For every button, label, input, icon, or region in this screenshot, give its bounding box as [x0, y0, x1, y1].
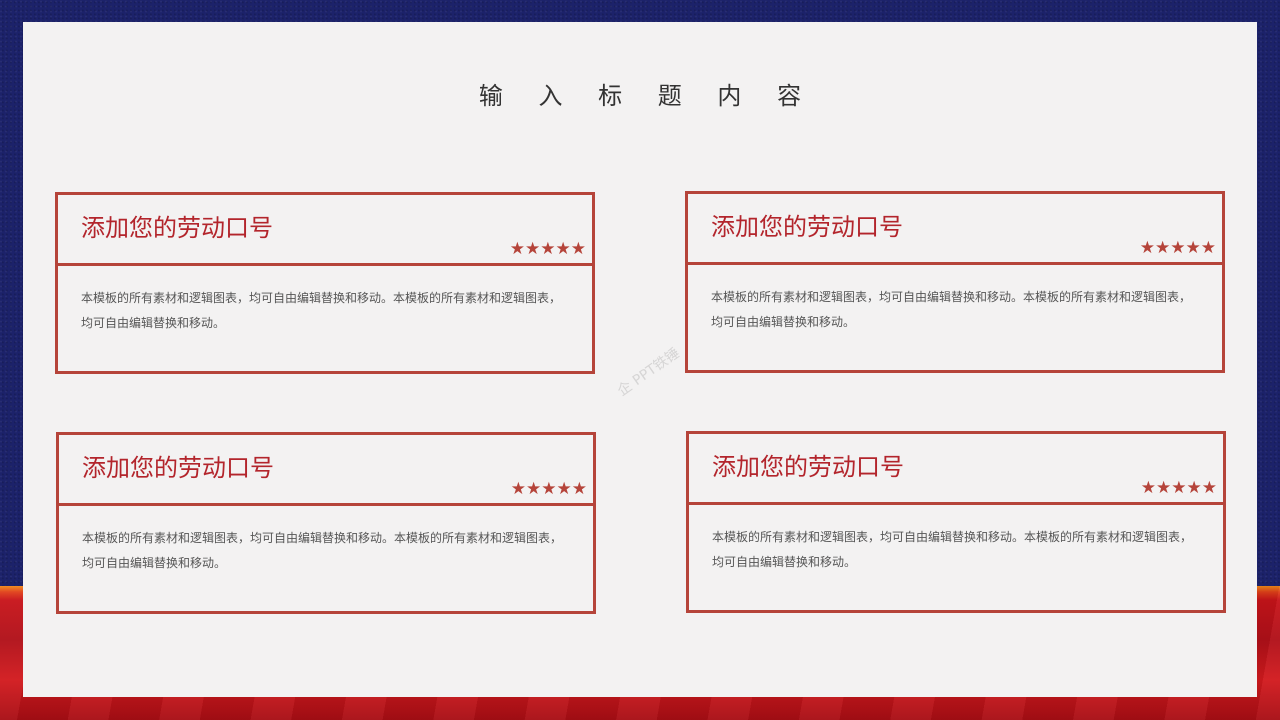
card-body: 本模板的所有素材和逻辑图表，均可自由编辑替换和移动。本模板的所有素材和逻辑图表，…	[686, 502, 1226, 613]
slogan-card-2: 添加您的劳动口号 ★★★★★ 本模板的所有素材和逻辑图表，均可自由编辑替换和移动…	[685, 191, 1225, 373]
slogan-card-4: 添加您的劳动口号 ★★★★★ 本模板的所有素材和逻辑图表，均可自由编辑替换和移动…	[686, 431, 1226, 613]
card-description: 本模板的所有素材和逻辑图表，均可自由编辑替换和移动。本模板的所有素材和逻辑图表，…	[711, 290, 1192, 329]
card-body: 本模板的所有素材和逻辑图表，均可自由编辑替换和移动。本模板的所有素材和逻辑图表，…	[55, 263, 595, 374]
card-body: 本模板的所有素材和逻辑图表，均可自由编辑替换和移动。本模板的所有素材和逻辑图表，…	[56, 503, 596, 614]
card-description: 本模板的所有素材和逻辑图表，均可自由编辑替换和移动。本模板的所有素材和逻辑图表，…	[82, 531, 563, 570]
card-title: 添加您的劳动口号	[711, 213, 903, 241]
card-title: 添加您的劳动口号	[81, 214, 273, 242]
card-body: 本模板的所有素材和逻辑图表，均可自由编辑替换和移动。本模板的所有素材和逻辑图表，…	[685, 262, 1225, 373]
card-header: 添加您的劳动口号 ★★★★★	[56, 432, 596, 506]
card-title: 添加您的劳动口号	[712, 453, 904, 481]
slogan-card-3: 添加您的劳动口号 ★★★★★ 本模板的所有素材和逻辑图表，均可自由编辑替换和移动…	[56, 432, 596, 614]
card-description: 本模板的所有素材和逻辑图表，均可自由编辑替换和移动。本模板的所有素材和逻辑图表，…	[712, 530, 1193, 569]
card-description: 本模板的所有素材和逻辑图表，均可自由编辑替换和移动。本模板的所有素材和逻辑图表，…	[81, 291, 562, 330]
card-header: 添加您的劳动口号 ★★★★★	[685, 191, 1225, 265]
content-panel: 输 入 标 题 内 容 添加您的劳动口号 ★★★★★ 本模板的所有素材和逻辑图表…	[23, 22, 1257, 697]
card-title: 添加您的劳动口号	[82, 454, 274, 482]
five-star-rating-icon: ★★★★★	[1139, 238, 1216, 258]
slogan-card-1: 添加您的劳动口号 ★★★★★ 本模板的所有素材和逻辑图表，均可自由编辑替换和移动…	[55, 192, 595, 374]
slide: 输 入 标 题 内 容 添加您的劳动口号 ★★★★★ 本模板的所有素材和逻辑图表…	[0, 0, 1280, 720]
card-header: 添加您的劳动口号 ★★★★★	[55, 192, 595, 266]
card-header: 添加您的劳动口号 ★★★★★	[686, 431, 1226, 505]
watermark: 企 PPT铁锤	[614, 345, 683, 400]
five-star-rating-icon: ★★★★★	[510, 479, 587, 499]
five-star-rating-icon: ★★★★★	[1140, 478, 1217, 498]
five-star-rating-icon: ★★★★★	[509, 239, 586, 259]
page-title: 输 入 标 题 内 容	[478, 82, 816, 110]
